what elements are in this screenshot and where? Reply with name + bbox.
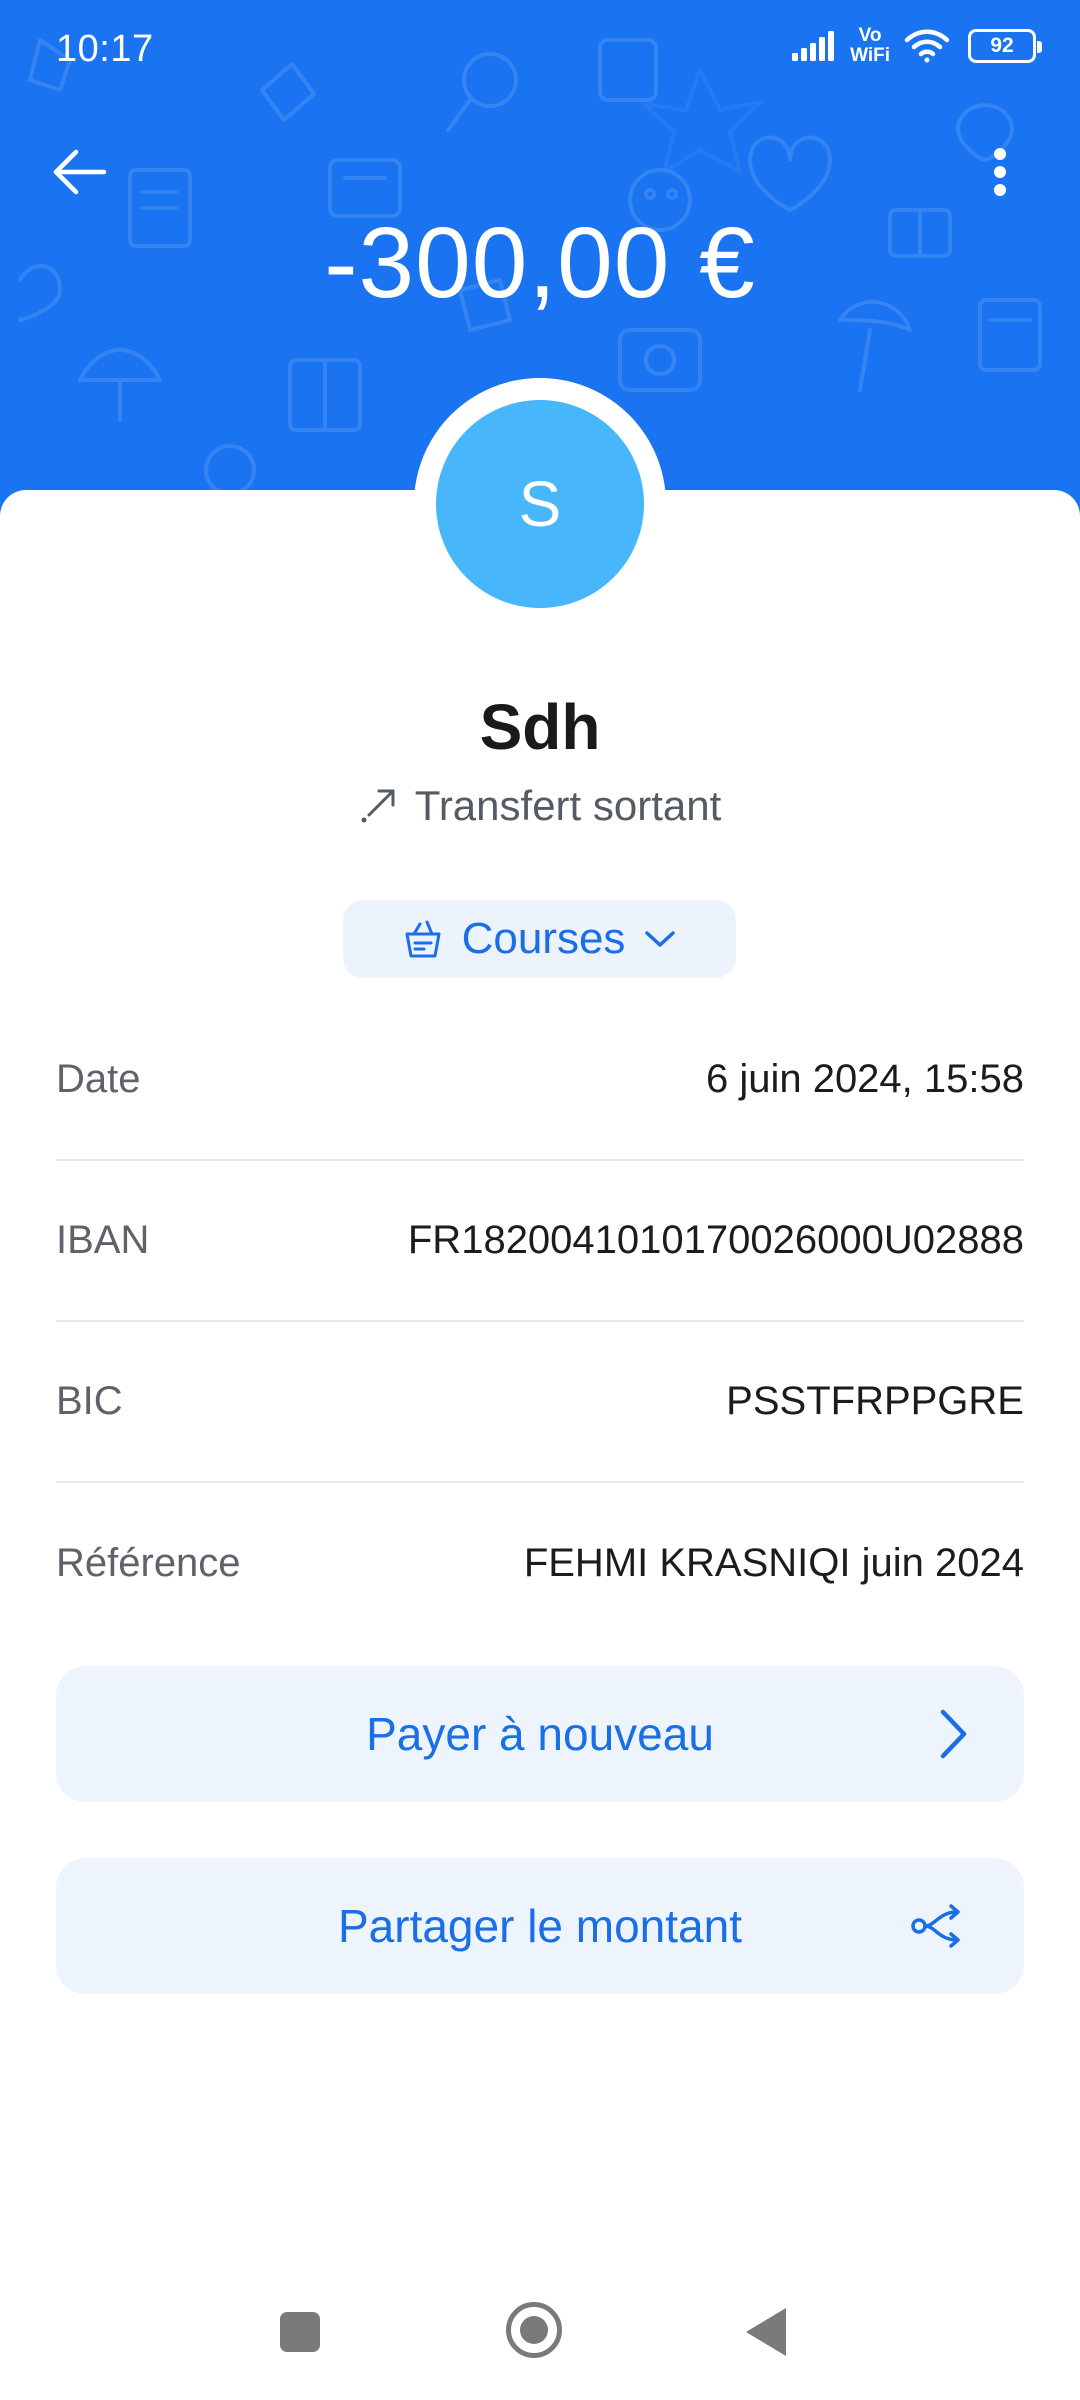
- detail-row-iban: IBAN FR1820041010170026000U02888: [56, 1161, 1024, 1322]
- status-icons: Vo WiFi 92: [792, 26, 1042, 66]
- detail-value: PSSTFRPPGRE: [726, 1379, 1024, 1423]
- back-button[interactable]: [40, 132, 120, 212]
- system-back-button[interactable]: [746, 2308, 786, 2356]
- chevron-down-icon: [645, 931, 676, 947]
- pay-again-label: Payer à nouveau: [366, 1708, 714, 1760]
- split-share-icon: [910, 1902, 968, 1950]
- category-label: Courses: [461, 914, 626, 963]
- signal-icon: [792, 31, 835, 61]
- battery-icon: 92: [968, 29, 1042, 63]
- more-options-button[interactable]: [960, 132, 1040, 212]
- vowifi-bottom-label: WiFi: [850, 45, 890, 66]
- detail-value: FEHMI KRASNIQI juin 2024: [523, 1541, 1024, 1585]
- category-selector[interactable]: Courses: [343, 900, 736, 978]
- arrow-up-right-icon: [361, 789, 395, 823]
- battery-level: 92: [990, 34, 1014, 57]
- share-amount-button[interactable]: Partager le montant: [56, 1858, 1024, 1994]
- recent-apps-button[interactable]: [280, 2312, 320, 2352]
- detail-label: Référence: [56, 1541, 241, 1585]
- detail-label: Date: [56, 1057, 141, 1101]
- detail-value: FR1820041010170026000U02888: [407, 1218, 1024, 1262]
- pay-again-button[interactable]: Payer à nouveau: [56, 1666, 1024, 1802]
- avatar: S: [436, 400, 644, 608]
- grocery-basket-icon: [405, 920, 441, 958]
- transaction-type-label: Transfert sortant: [414, 782, 722, 829]
- status-bar: 10:17 Vo WiFi 92: [0, 0, 1080, 100]
- detail-label: IBAN: [56, 1218, 150, 1262]
- detail-row-date: Date 6 juin 2024, 15:58: [56, 1000, 1024, 1161]
- system-nav-bar: [0, 2290, 1080, 2370]
- status-time: 10:17: [56, 28, 154, 70]
- transaction-details: Date 6 juin 2024, 15:58 IBAN FR182004101…: [56, 1000, 1024, 1644]
- wifi-icon: [904, 29, 950, 63]
- detail-row-bic: BIC PSSTFRPPGRE: [56, 1322, 1024, 1483]
- more-vertical-icon: [994, 148, 1006, 196]
- transaction-amount: -300,00 €: [324, 207, 756, 319]
- home-button[interactable]: [506, 2302, 562, 2358]
- detail-value: 6 juin 2024, 15:58: [705, 1057, 1024, 1101]
- vowifi-top-label: Vo: [858, 25, 882, 46]
- detail-label: BIC: [56, 1379, 123, 1423]
- share-amount-label: Partager le montant: [337, 1900, 742, 1952]
- transaction-type: Transfert sortant: [0, 782, 1080, 830]
- arrow-left-icon: [53, 149, 107, 195]
- detail-row-reference: Référence FEHMI KRASNIQI juin 2024: [56, 1483, 1024, 1644]
- vowifi-icon: Vo WiFi: [850, 26, 890, 66]
- chevron-right-icon: [938, 1708, 968, 1760]
- recipient-name: Sdh: [479, 691, 601, 763]
